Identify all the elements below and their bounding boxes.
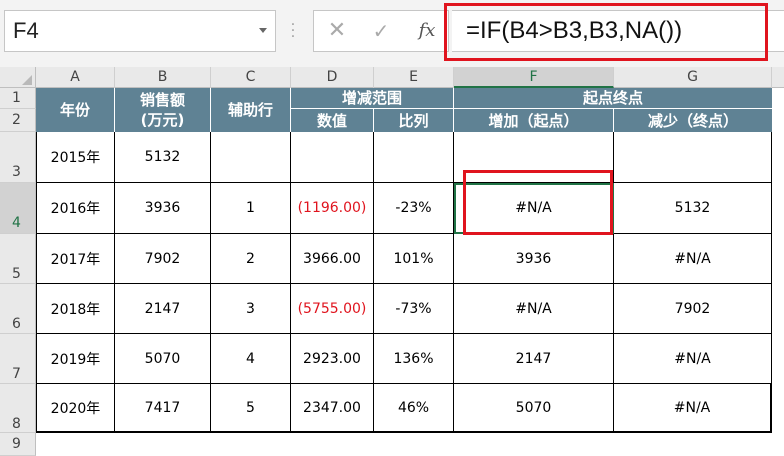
cell-d8[interactable]: 2347.00 (291, 384, 374, 433)
cell-g6[interactable]: 7902 (614, 284, 772, 334)
column-header-b[interactable]: B (115, 67, 211, 88)
cell-c6[interactable]: 3 (211, 284, 291, 334)
splitter-handle-icon[interactable]: · · · (288, 18, 298, 44)
row-header-4[interactable]: 4 (0, 183, 36, 234)
header-sales[interactable]: 销售额 (万元) (115, 88, 211, 132)
row-header-1[interactable]: 1 (0, 88, 36, 109)
column-header-a[interactable]: A (36, 67, 115, 88)
cell-highlight-box (463, 170, 613, 235)
row-header-5[interactable]: 5 (0, 234, 36, 284)
cell-c7[interactable]: 4 (211, 334, 291, 384)
cell-b7[interactable]: 5070 (115, 334, 211, 384)
cell-e5[interactable]: 101% (374, 234, 454, 284)
cell-a3[interactable]: 2015年 (36, 132, 115, 183)
cell-e4[interactable]: -23% (374, 183, 454, 234)
cell-d4[interactable]: (1196.00) (291, 183, 374, 234)
cell-b3[interactable]: 5132 (115, 132, 211, 183)
cell-c5[interactable]: 2 (211, 234, 291, 284)
cell-g7[interactable]: #N/A (614, 334, 772, 384)
header-decrease[interactable]: 减少（终点） (614, 109, 772, 132)
formula-buttons: ✕ ✓ fx (313, 10, 449, 52)
header-ratio[interactable]: 比列 (374, 109, 454, 132)
cell-b4[interactable]: 3936 (115, 183, 211, 234)
insert-function-button[interactable]: fx (412, 15, 442, 47)
column-headers: A B C D E F G (0, 67, 784, 88)
cell-a5[interactable]: 2017年 (36, 234, 115, 284)
cell-f7[interactable]: 2147 (454, 334, 614, 384)
cell-a6[interactable]: 2018年 (36, 284, 115, 334)
cell-f6[interactable]: #N/A (454, 284, 614, 334)
cell-g5[interactable]: #N/A (614, 234, 772, 284)
cell-a7[interactable]: 2019年 (36, 334, 115, 384)
cell-c4[interactable]: 1 (211, 183, 291, 234)
formula-highlight-box (444, 3, 768, 61)
cell-a4[interactable]: 2016年 (36, 183, 115, 234)
cell-d5[interactable]: 3966.00 (291, 234, 374, 284)
header-start-end[interactable]: 起点终点 (454, 88, 772, 109)
cell-f5[interactable]: 3936 (454, 234, 614, 284)
column-header-g[interactable]: G (614, 67, 772, 88)
cell-d3[interactable] (291, 132, 374, 183)
cell-g4[interactable]: 5132 (614, 183, 772, 234)
header-helper[interactable]: 辅助行 (211, 88, 291, 132)
cell-c3[interactable] (211, 132, 291, 183)
cell-e6[interactable]: -73% (374, 284, 454, 334)
cell-b6[interactable]: 2147 (115, 284, 211, 334)
cell-g8[interactable]: #N/A (614, 384, 772, 433)
header-year[interactable]: 年份 (36, 88, 115, 132)
row-header-9[interactable]: 9 (0, 433, 36, 456)
name-box[interactable]: F4 (4, 10, 276, 52)
enter-button[interactable]: ✓ (368, 15, 394, 47)
cell-g3[interactable] (614, 132, 772, 183)
cell-e8[interactable]: 46% (374, 384, 454, 433)
row-header-3[interactable]: 3 (0, 132, 36, 183)
cell-b5[interactable]: 7902 (115, 234, 211, 284)
name-box-value: F4 (13, 18, 39, 43)
select-all-icon (22, 75, 32, 85)
cell-a8[interactable]: 2020年 (36, 384, 115, 433)
cell-c8[interactable]: 5 (211, 384, 291, 433)
header-increase[interactable]: 增加（起点） (454, 109, 614, 132)
formula-bar: F4 · · · ✕ ✓ fx =IF(B4>B3,B3,NA()) (0, 0, 784, 67)
row-header-6[interactable]: 6 (0, 284, 36, 334)
header-value[interactable]: 数值 (291, 109, 374, 132)
cell-f8[interactable]: 5070 (454, 384, 614, 433)
row-header-2[interactable]: 2 (0, 109, 36, 132)
column-header-e[interactable]: E (374, 67, 454, 88)
cell-b8[interactable]: 7417 (115, 384, 211, 433)
header-range[interactable]: 增减范围 (291, 88, 454, 109)
row-header-8[interactable]: 8 (0, 384, 36, 433)
cell-d6[interactable]: (5755.00) (291, 284, 374, 334)
cell-e3[interactable] (374, 132, 454, 183)
column-header-f[interactable]: F (454, 67, 614, 88)
row-header-7[interactable]: 7 (0, 334, 36, 384)
column-header-c[interactable]: C (211, 67, 291, 88)
select-all-corner[interactable] (0, 67, 36, 88)
cancel-button[interactable]: ✕ (324, 15, 350, 47)
chevron-down-icon[interactable] (259, 28, 267, 33)
column-header-d[interactable]: D (291, 67, 374, 88)
cell-e7[interactable]: 136% (374, 334, 454, 384)
cell-d7[interactable]: 2923.00 (291, 334, 374, 384)
